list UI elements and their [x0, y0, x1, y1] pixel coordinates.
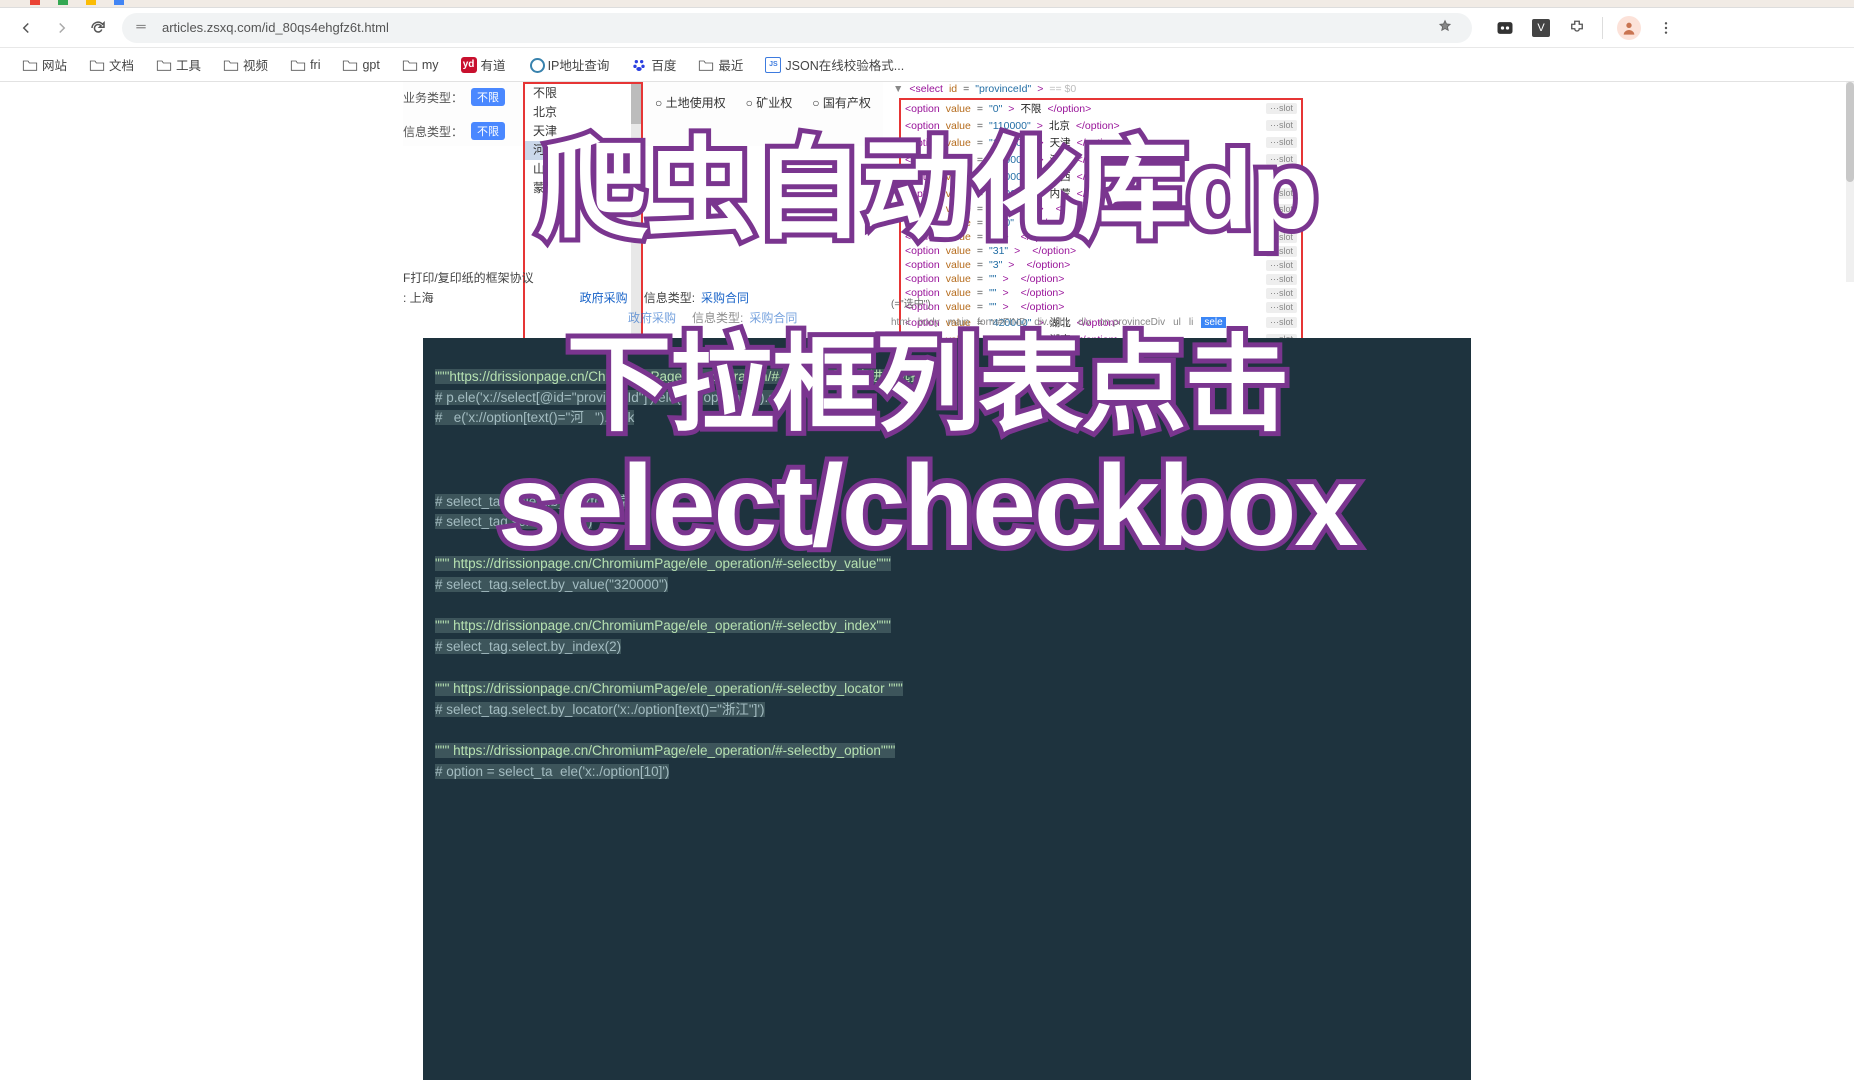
bm-10[interactable]: 最近 — [690, 51, 751, 78]
menu-icon[interactable] — [1655, 17, 1677, 39]
reload-button[interactable] — [86, 16, 110, 40]
overlay-line-2: 下拉框列表点击 — [566, 300, 1287, 452]
ext-1-icon[interactable] — [1494, 17, 1516, 39]
address-field[interactable]: articles.zsxq.com/id_80qs4ehgfz6t.html — [122, 13, 1472, 43]
bm-11[interactable]: JSJSON在线校验格式... — [757, 51, 912, 78]
extensions-icon[interactable] — [1566, 17, 1588, 39]
bm-2[interactable]: 工具 — [148, 51, 209, 78]
forward-button[interactable] — [50, 16, 74, 40]
bm-3[interactable]: 视频 — [215, 51, 276, 78]
bm-5[interactable]: gpt — [334, 53, 387, 77]
bm-1[interactable]: 文档 — [81, 51, 142, 78]
bm-7[interactable]: yd有道 — [453, 51, 514, 78]
bm-0[interactable]: 网站 — [14, 51, 75, 78]
bm-6[interactable]: my — [394, 53, 447, 77]
overlay-line-3: select/checkbox — [498, 440, 1357, 572]
bm-8[interactable]: IP地址查询 — [520, 51, 618, 78]
overlay-line-1: 爬虫自动化库dp — [538, 100, 1316, 260]
page-scrollbar[interactable] — [1846, 82, 1854, 282]
bookmarks-bar: 网站 文档 工具 视频 fri gpt my yd有道 IP地址查询 百度 最近… — [0, 48, 1854, 82]
site-info-icon[interactable] — [134, 19, 156, 36]
ext-2-icon[interactable]: V — [1530, 17, 1552, 39]
url-text: articles.zsxq.com/id_80qs4ehgfz6t.html — [162, 20, 389, 35]
profile-avatar[interactable] — [1617, 16, 1641, 40]
bm-9[interactable]: 百度 — [623, 51, 684, 78]
star-icon[interactable] — [1438, 19, 1460, 36]
back-button[interactable] — [14, 16, 38, 40]
bm-4[interactable]: fri — [282, 53, 328, 77]
address-bar: articles.zsxq.com/id_80qs4ehgfz6t.html V — [0, 8, 1854, 48]
tab-strip — [0, 0, 1854, 8]
